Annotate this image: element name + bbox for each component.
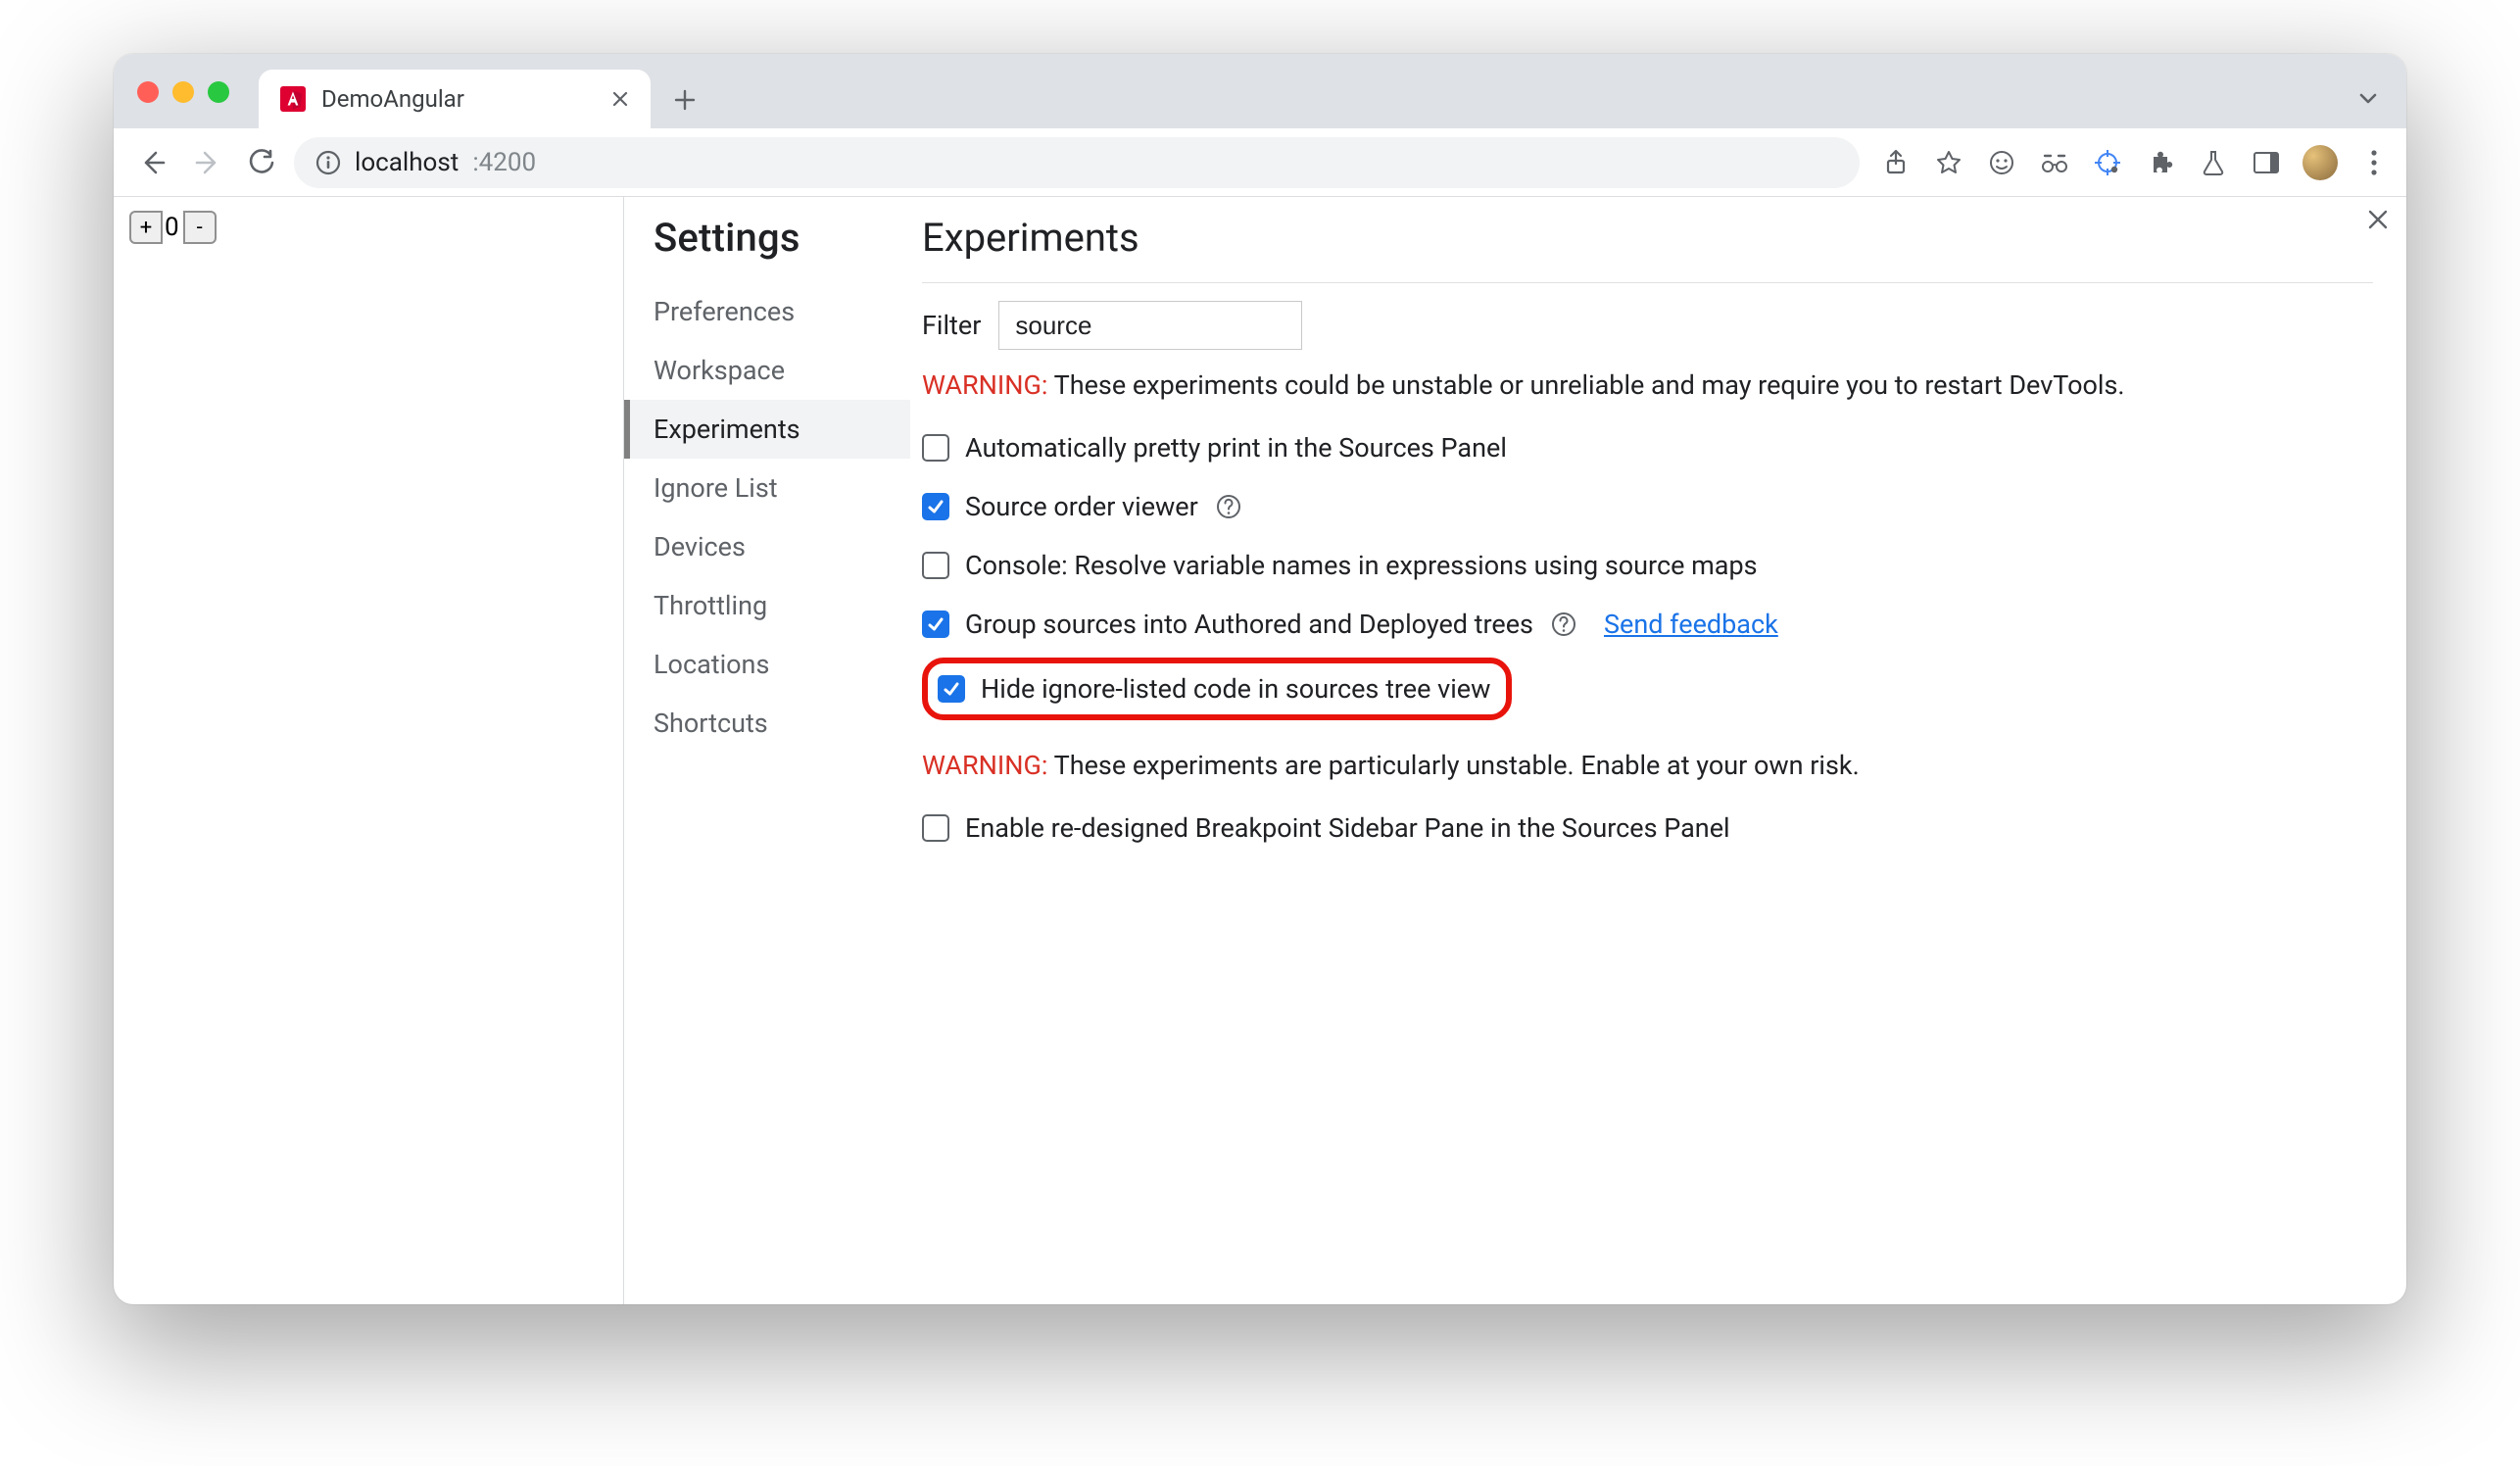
close-window-button[interactable] xyxy=(137,81,159,103)
devtools-settings: Settings PreferencesWorkspaceExperiments… xyxy=(623,197,2406,1304)
experiments-list-b: Enable re-designed Breakpoint Sidebar Pa… xyxy=(922,799,2373,857)
experiment-row: Enable re-designed Breakpoint Sidebar Pa… xyxy=(922,799,2373,857)
tabs-dropdown-button[interactable] xyxy=(2355,85,2381,111)
sidebar-item-preferences[interactable]: Preferences xyxy=(652,282,910,341)
labs-flask-icon[interactable] xyxy=(2197,146,2230,179)
sidebar-item-throttling[interactable]: Throttling xyxy=(652,576,910,635)
experiments-list-a: Automatically pretty print in the Source… xyxy=(922,418,2373,724)
experiment-checkbox[interactable] xyxy=(938,675,965,703)
browser-tab[interactable]: DemoAngular xyxy=(259,70,651,128)
warning-prefix: WARNING: xyxy=(922,369,1047,401)
experiment-label: Console: Resolve variable names in expre… xyxy=(965,550,1758,581)
experiment-row: Source order viewer xyxy=(922,477,2373,536)
sidebar-item-devices[interactable]: Devices xyxy=(652,517,910,576)
forward-button[interactable] xyxy=(184,139,231,186)
tab-close-button[interactable] xyxy=(611,90,629,108)
url-port: :4200 xyxy=(472,148,536,177)
extension-face-icon[interactable] xyxy=(1985,146,2018,179)
minimize-window-button[interactable] xyxy=(172,81,194,103)
warning-text: These experiments could be unstable or u… xyxy=(1047,369,2124,401)
settings-sidebar: Settings PreferencesWorkspaceExperiments… xyxy=(624,197,910,1304)
toolbar-actions xyxy=(1879,145,2391,180)
increment-button[interactable]: + xyxy=(129,211,163,244)
experiment-row: Automatically pretty print in the Source… xyxy=(922,418,2373,477)
settings-title: Settings xyxy=(654,215,910,261)
tab-strip: DemoAngular xyxy=(114,54,2406,128)
chrome-menu-button[interactable] xyxy=(2357,146,2391,179)
help-icon[interactable] xyxy=(1214,492,1243,521)
experiment-label: Hide ignore-listed code in sources tree … xyxy=(981,673,1490,705)
warning-text: These experiments are particularly unsta… xyxy=(1047,750,1859,781)
profile-avatar[interactable] xyxy=(2302,145,2338,180)
warning-prefix: WARNING: xyxy=(922,750,1047,781)
back-button[interactable] xyxy=(129,139,176,186)
sidebar-item-ignore-list[interactable]: Ignore List xyxy=(652,459,910,517)
decrement-button[interactable]: - xyxy=(183,211,217,244)
filter-input[interactable] xyxy=(998,301,1302,350)
experiment-label: Source order viewer xyxy=(965,491,1198,522)
tab-title: DemoAngular xyxy=(321,85,464,113)
experiment-checkbox[interactable] xyxy=(922,814,949,842)
sidepanel-icon[interactable] xyxy=(2250,146,2283,179)
browser-window: DemoAngular localhost :4200 xyxy=(114,54,2406,1304)
page-content: + 0 - xyxy=(114,197,623,1304)
sidebar-item-locations[interactable]: Locations xyxy=(652,635,910,694)
counter-value: 0 xyxy=(163,213,183,242)
experiment-row: Console: Resolve variable names in expre… xyxy=(922,536,2373,595)
browser-toolbar: localhost :4200 xyxy=(114,128,2406,197)
experiment-label: Enable re-designed Breakpoint Sidebar Pa… xyxy=(965,812,1730,844)
filter-row: Filter xyxy=(922,301,2373,350)
site-info-icon[interactable] xyxy=(315,150,341,175)
extension-target-icon[interactable] xyxy=(2091,146,2124,179)
reload-button[interactable] xyxy=(239,139,286,186)
experiments-heading: Experiments xyxy=(922,215,2373,261)
experiment-label: Automatically pretty print in the Source… xyxy=(965,432,1507,464)
angular-favicon-icon xyxy=(280,86,306,112)
share-icon[interactable] xyxy=(1879,146,1913,179)
window-body: + 0 - Settings PreferencesWorkspaceExper… xyxy=(114,197,2406,1304)
settings-main: Experiments Filter WARNING: These experi… xyxy=(910,197,2406,1304)
experiment-checkbox[interactable] xyxy=(922,434,949,462)
sidebar-item-shortcuts[interactable]: Shortcuts xyxy=(652,694,910,753)
settings-close-button[interactable] xyxy=(2367,209,2389,230)
filter-label: Filter xyxy=(922,310,981,341)
warning-2: WARNING: These experiments are particula… xyxy=(922,750,2373,781)
sidebar-item-experiments[interactable]: Experiments xyxy=(624,400,910,459)
experiment-label: Group sources into Authored and Deployed… xyxy=(965,609,1533,640)
sidebar-item-workspace[interactable]: Workspace xyxy=(652,341,910,400)
help-icon[interactable] xyxy=(1549,610,1578,639)
maximize-window-button[interactable] xyxy=(208,81,229,103)
experiment-checkbox[interactable] xyxy=(922,611,949,638)
send-feedback-link[interactable]: Send feedback xyxy=(1604,609,1778,640)
warning-1: WARNING: These experiments could be unst… xyxy=(922,369,2373,401)
extensions-puzzle-icon[interactable] xyxy=(2144,146,2177,179)
url-host: localhost xyxy=(355,148,459,177)
extension-glasses-icon[interactable] xyxy=(2038,146,2071,179)
experiment-row: Group sources into Authored and Deployed… xyxy=(922,595,2373,654)
address-bar[interactable]: localhost :4200 xyxy=(294,137,1860,188)
window-controls xyxy=(137,81,229,103)
divider xyxy=(922,282,2373,283)
experiment-row: Hide ignore-listed code in sources tree … xyxy=(938,671,1490,707)
bookmark-icon[interactable] xyxy=(1932,146,1965,179)
experiment-checkbox[interactable] xyxy=(922,493,949,520)
highlighted-experiment: Hide ignore-listed code in sources tree … xyxy=(922,658,1512,720)
new-tab-button[interactable] xyxy=(672,87,698,113)
counter-widget: + 0 - xyxy=(129,211,607,244)
experiment-checkbox[interactable] xyxy=(922,552,949,579)
